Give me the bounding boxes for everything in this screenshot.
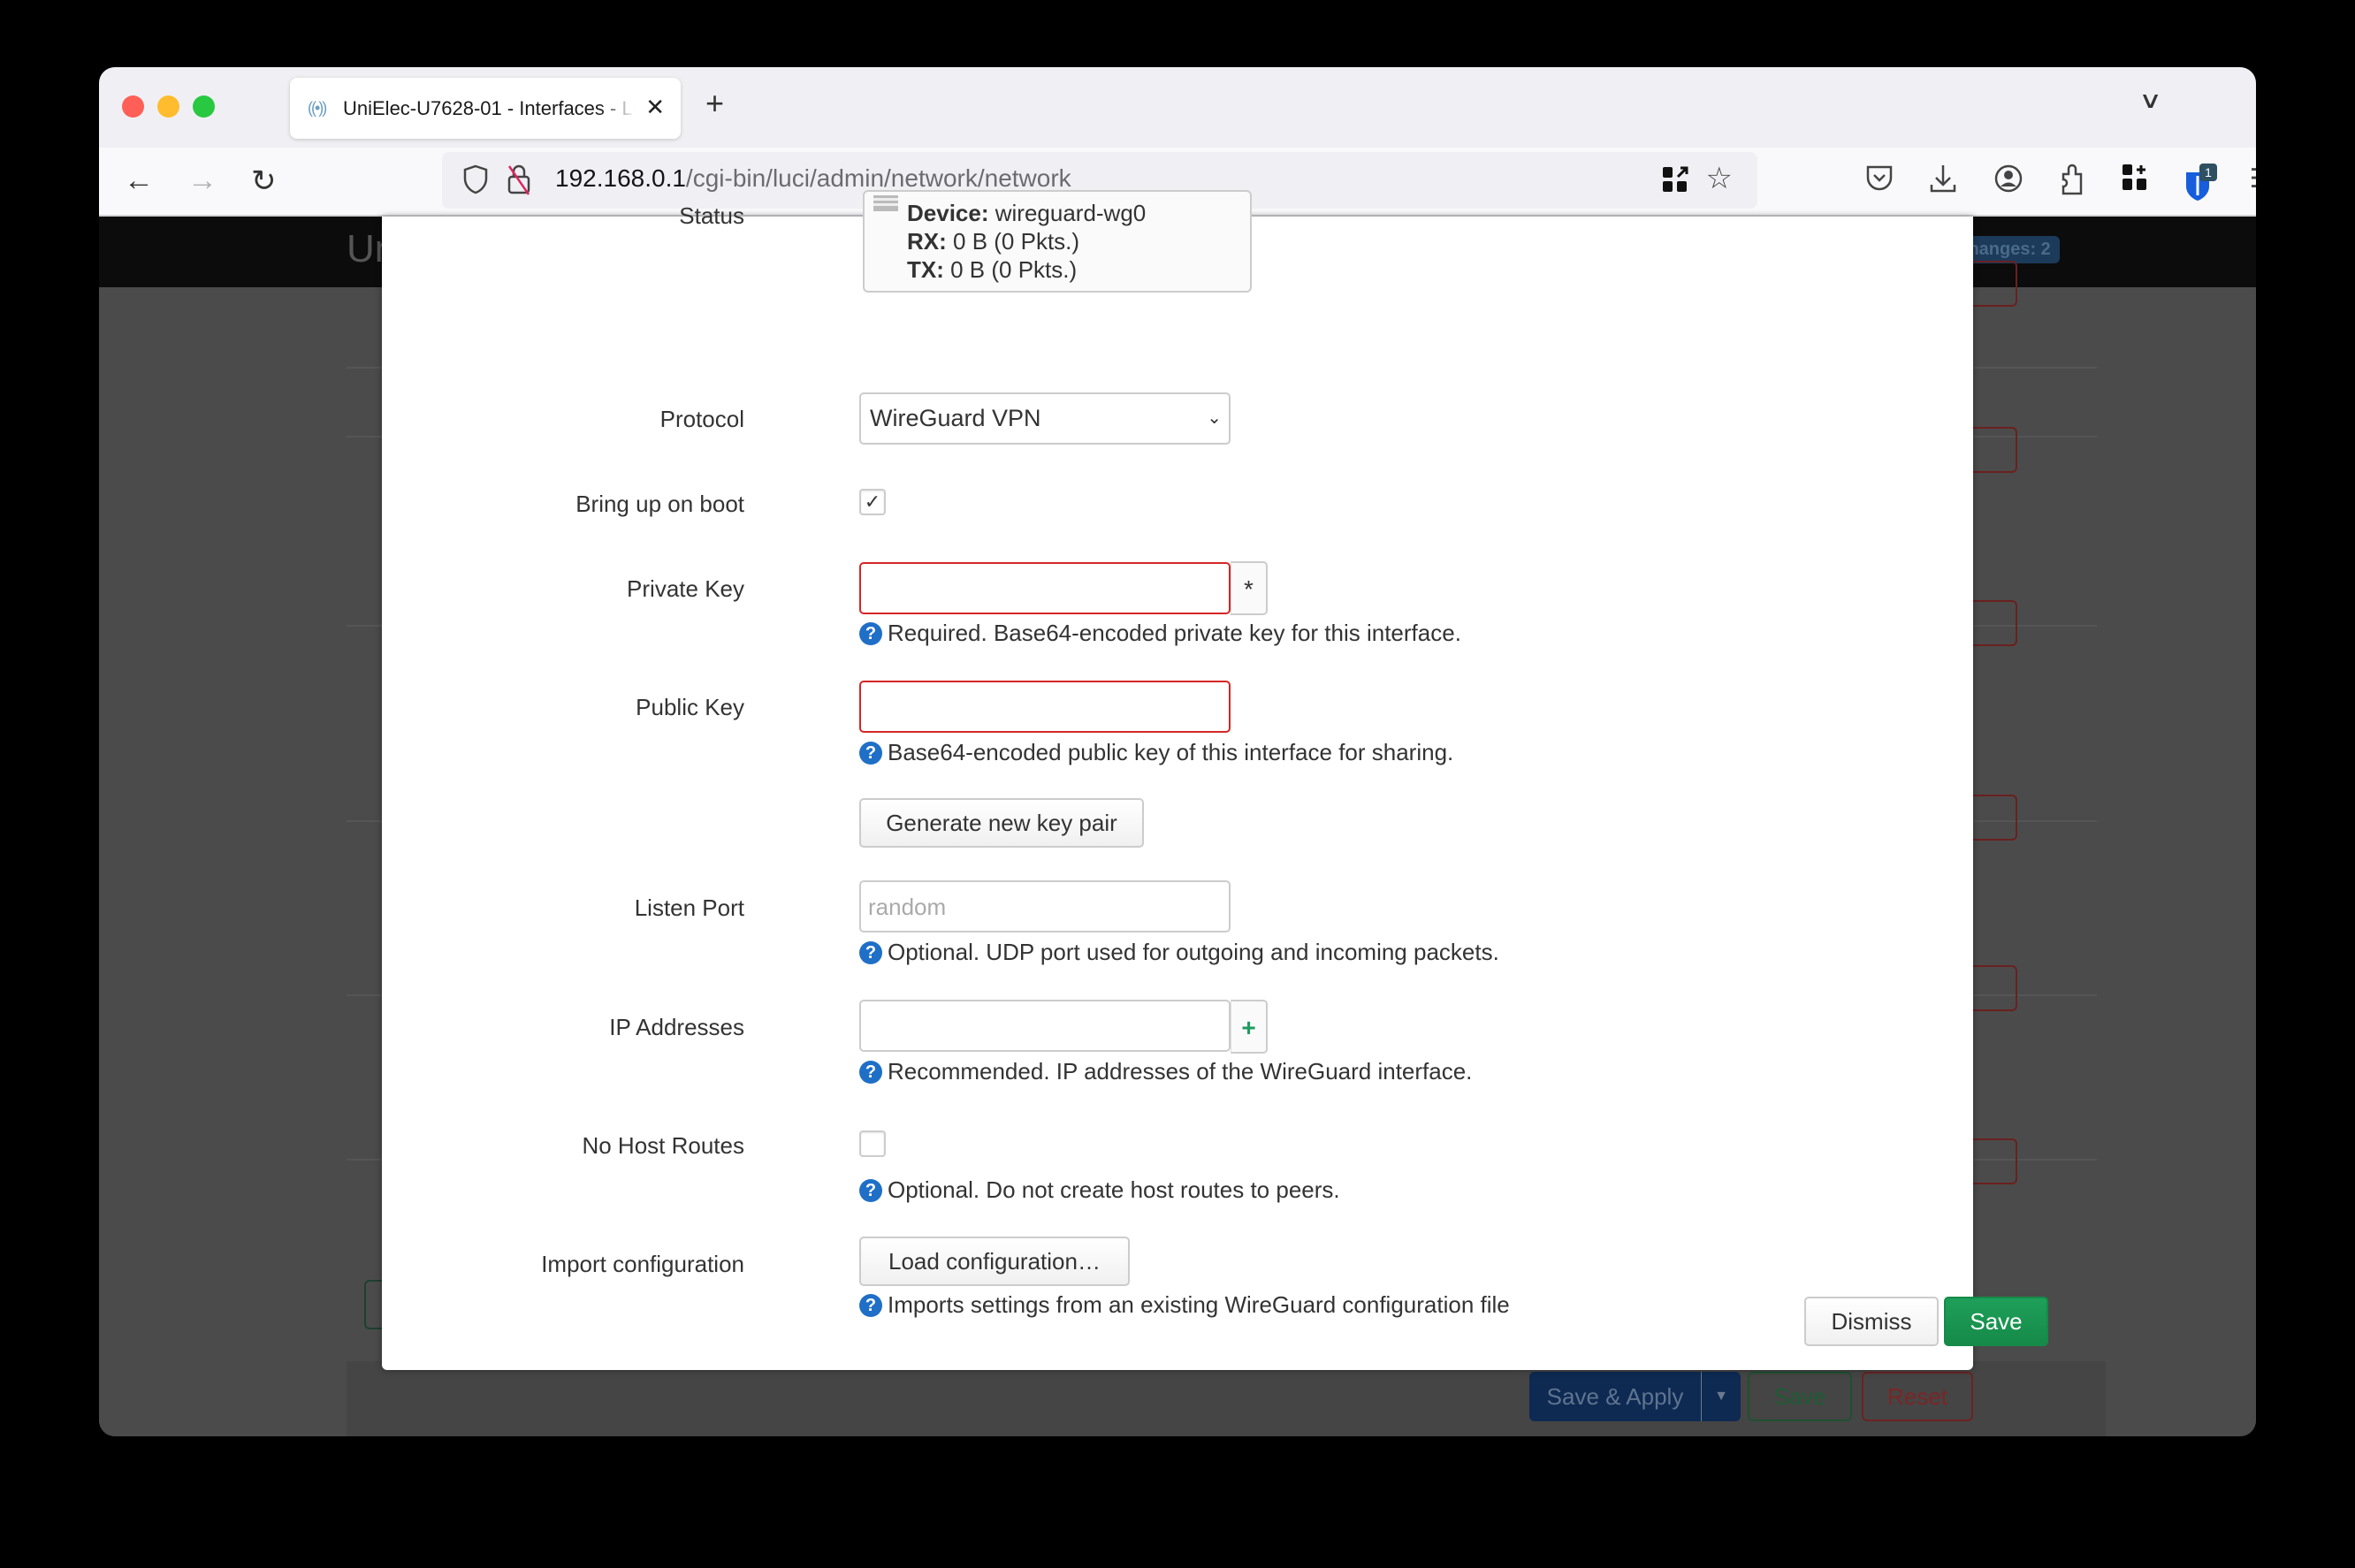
- no-host-routes-label: No Host Routes: [582, 1132, 744, 1159]
- help-icon: ?: [859, 1293, 882, 1317]
- public-key-label: Public Key: [636, 694, 744, 720]
- insecure-lock-icon[interactable]: [506, 163, 532, 196]
- tab-bar: ((•)) UniElec-U7628-01 - Interfaces - Lu…: [99, 67, 2256, 148]
- device-label: Device:: [907, 200, 989, 226]
- ip-addresses-label: IP Addresses: [609, 1014, 744, 1040]
- device-value: wireguard-wg0: [995, 200, 1147, 226]
- public-key-hint: ? Base64-encoded public key of this inte…: [859, 739, 1453, 766]
- rx-value: 0 B (0 Pkts.): [953, 228, 1080, 255]
- bg-save-apply-dropdown-caret-icon: ▼: [1702, 1372, 1741, 1421]
- tracking-protection-shield-icon[interactable]: [463, 164, 488, 194]
- network-device-icon: [873, 195, 898, 211]
- downloads-icon[interactable]: [1927, 164, 1959, 195]
- public-key-input[interactable]: [859, 681, 1231, 733]
- import-configuration-label: Import configuration: [541, 1251, 744, 1277]
- load-configuration-button[interactable]: Load configuration…: [859, 1237, 1130, 1286]
- protocol-value: WireGuard VPN: [870, 405, 1041, 431]
- ip-addresses-hint-text: Recommended. IP addresses of the WireGua…: [888, 1058, 1473, 1085]
- no-host-routes-hint-text: Optional. Do not create host routes to p…: [888, 1176, 1340, 1203]
- help-icon: ?: [859, 940, 882, 964]
- close-window-button[interactable]: [122, 95, 144, 118]
- listen-port-hint-text: Optional. UDP port used for outgoing and…: [888, 939, 1499, 965]
- browser-window: ((•)) UniElec-U7628-01 - Interfaces - Lu…: [99, 67, 2256, 1436]
- chevron-down-icon: ⌄: [1207, 408, 1222, 428]
- forward-arrow-icon[interactable]: →: [187, 164, 217, 198]
- back-arrow-icon[interactable]: ←: [124, 164, 154, 198]
- import-configuration-hint-text: Imports settings from an existing WireGu…: [888, 1291, 1510, 1318]
- tx-value: 0 B (0 Pkts.): [950, 256, 1078, 283]
- ip-addresses-hint: ? Recommended. IP addresses of the WireG…: [859, 1058, 1472, 1085]
- private-key-label: Private Key: [627, 575, 744, 602]
- add-widget-grid-icon[interactable]: [2120, 164, 2152, 195]
- private-key-hint-text: Required. Base64-encoded private key for…: [888, 620, 1461, 646]
- bg-save-apply-button: Save & Apply: [1529, 1372, 1702, 1421]
- add-ip-address-button[interactable]: +: [1231, 1000, 1268, 1054]
- extensions-puzzle-icon[interactable]: [2056, 164, 2088, 195]
- extension-badge-count: 1: [2205, 165, 2212, 179]
- help-icon: ?: [859, 741, 882, 765]
- wireless-icon: ((•)): [308, 99, 327, 117]
- bg-reset-button: Reset: [1862, 1372, 1973, 1421]
- no-host-routes-hint: ? Optional. Do not create host routes to…: [859, 1176, 1340, 1204]
- bring-up-on-boot-label: Bring up on boot: [575, 491, 744, 517]
- protocol-label: Protocol: [659, 406, 744, 432]
- rx-label: RX:: [907, 228, 947, 255]
- generate-key-pair-button[interactable]: Generate new key pair: [859, 798, 1144, 848]
- url-host: 192.168.0.1: [555, 164, 686, 192]
- list-all-tabs-chevron-icon[interactable]: ∨: [2138, 87, 2162, 114]
- import-configuration-hint: ? Imports settings from an existing Wire…: [859, 1291, 1510, 1319]
- bookmark-star-icon[interactable]: ☆: [1706, 161, 1733, 196]
- bitwarden-extension-icon[interactable]: 1: [2184, 164, 2217, 201]
- listen-port-placeholder: random: [868, 894, 947, 920]
- hamburger-menu-icon[interactable]: ☰: [2245, 164, 2256, 195]
- bring-up-on-boot-checkbox[interactable]: ✓: [859, 489, 886, 515]
- zoom-window-button[interactable]: [193, 95, 215, 118]
- reload-icon[interactable]: ↻: [251, 164, 277, 199]
- close-tab-icon[interactable]: ✕: [645, 94, 665, 121]
- private-key-hint: ? Required. Base64-encoded private key f…: [859, 620, 1461, 647]
- help-icon: ?: [859, 1060, 882, 1084]
- new-tab-button[interactable]: +: [705, 85, 724, 122]
- listen-port-input[interactable]: random: [859, 880, 1231, 932]
- toggle-password-visibility-button[interactable]: *: [1231, 561, 1268, 615]
- url-path: /cgi-bin/luci/admin/network/network: [685, 164, 1071, 192]
- browser-tab-active[interactable]: ((•)) UniElec-U7628-01 - Interfaces - Lu…: [290, 78, 681, 139]
- pocket-icon[interactable]: [1863, 164, 1895, 195]
- tab-title: UniElec-U7628-01 - Interfaces - LuCI: [343, 96, 635, 119]
- listen-port-label: Listen Port: [634, 894, 744, 921]
- status-label: Status: [679, 202, 744, 229]
- public-key-hint-text: Base64-encoded public key of this interf…: [888, 739, 1454, 765]
- dismiss-button[interactable]: Dismiss: [1804, 1297, 1939, 1346]
- protocol-select[interactable]: WireGuard VPN ⌄: [859, 392, 1231, 445]
- url-text[interactable]: 192.168.0.1/cgi-bin/luci/admin/network/n…: [555, 164, 1071, 193]
- modal-save-button[interactable]: Save: [1944, 1297, 2048, 1346]
- account-icon[interactable]: [1993, 164, 2024, 195]
- minimize-window-button[interactable]: [157, 95, 179, 118]
- private-key-input[interactable]: [859, 562, 1231, 614]
- luci-page-background: UniElec-U7628-01 Changes: 2 Save & Apply…: [99, 190, 2256, 1436]
- help-icon: ?: [859, 1178, 882, 1202]
- qr-code-icon[interactable]: [1662, 166, 1688, 193]
- bg-save-button: Save: [1748, 1372, 1852, 1421]
- status-box: Device: wireguard-wg0 RX: 0 B (0 Pkts.) …: [863, 190, 1252, 293]
- help-icon: ?: [859, 621, 882, 645]
- ip-addresses-input[interactable]: [859, 1000, 1231, 1052]
- listen-port-hint: ? Optional. UDP port used for outgoing a…: [859, 939, 1499, 966]
- no-host-routes-checkbox[interactable]: [859, 1130, 886, 1157]
- tx-label: TX:: [907, 256, 944, 283]
- interface-edit-modal: Status Device: wireguard-wg0 RX: 0 B (0 …: [382, 190, 2048, 1370]
